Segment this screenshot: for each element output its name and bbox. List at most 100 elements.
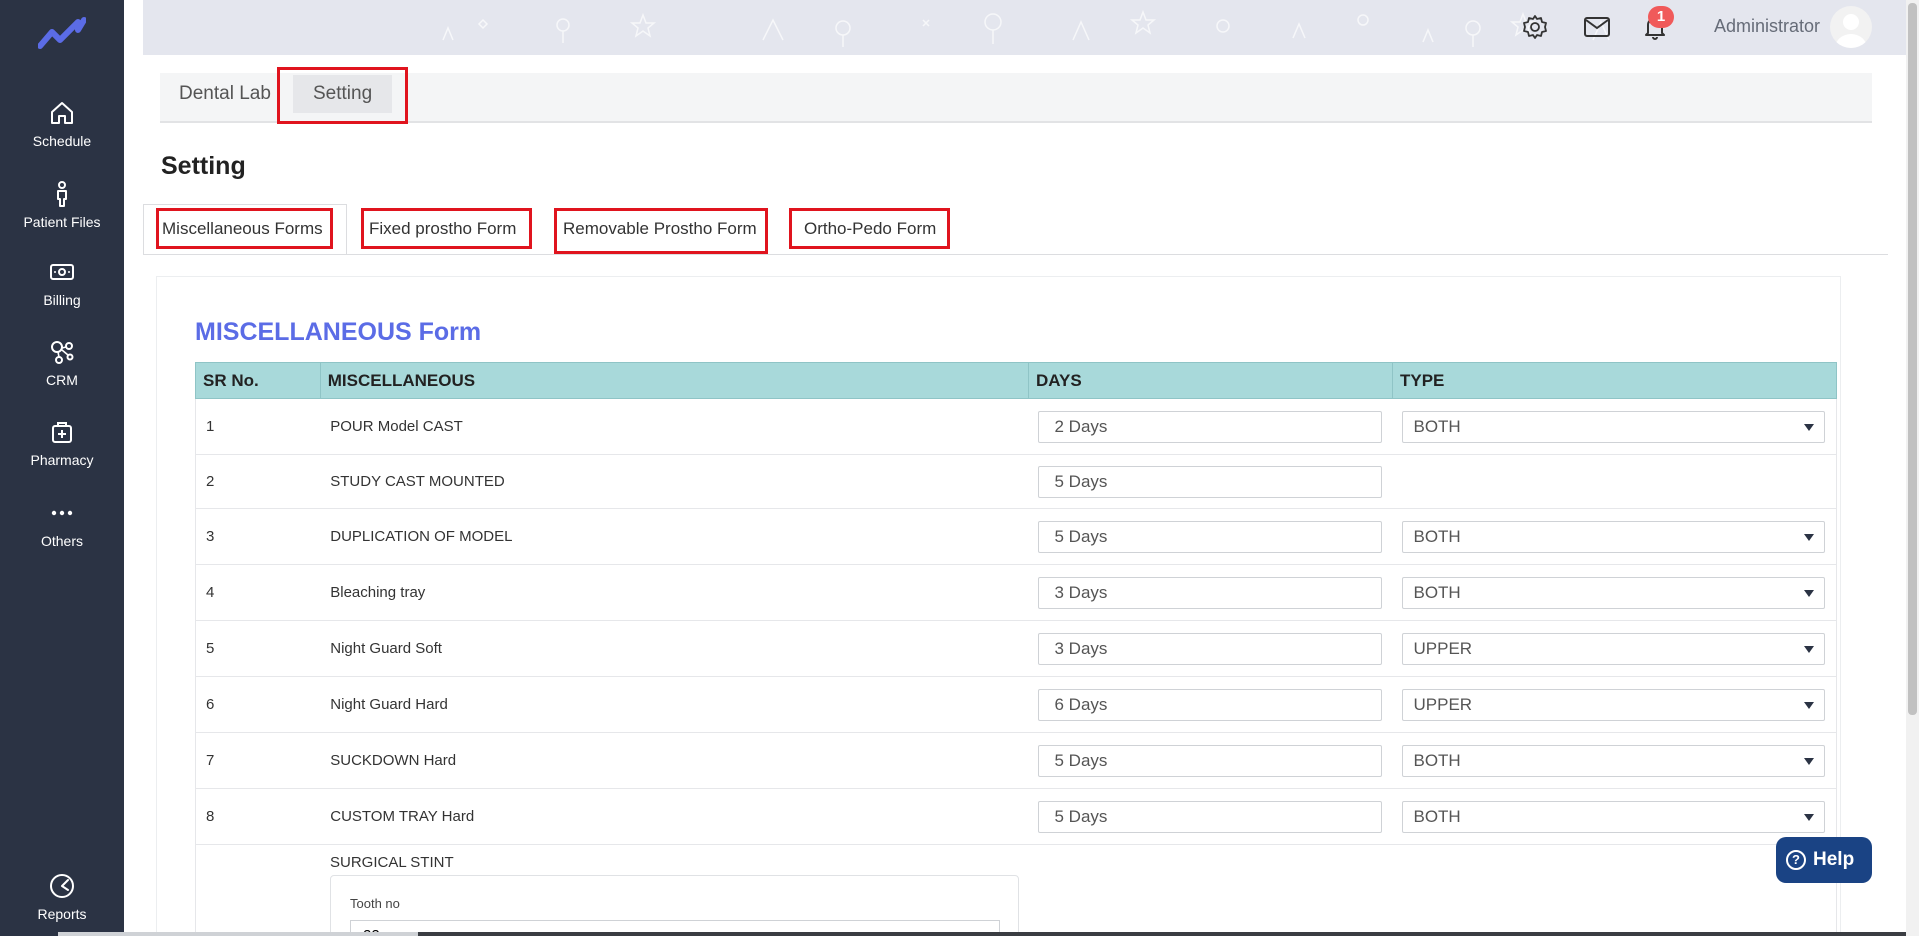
tooth-no-label: Tooth no bbox=[350, 896, 400, 911]
row-name: Night Guard Hard bbox=[320, 676, 1029, 733]
type-select[interactable]: BOTH bbox=[1402, 410, 1826, 443]
column-header-miscellaneous: MISCELLANEOUS bbox=[319, 362, 1029, 399]
app-logo-icon[interactable] bbox=[38, 16, 86, 52]
app-root: Schedule Patient Files Billing CRM Pharm… bbox=[0, 0, 1919, 936]
table-row: 6 Night Guard Hard UPPER bbox=[195, 676, 1838, 733]
table-row: 1 POUR Model CAST BOTH bbox=[195, 398, 1838, 455]
type-select-value: BOTH bbox=[1413, 526, 1461, 546]
type-select[interactable]: BOTH bbox=[1402, 744, 1826, 777]
surgical-stint-row-border bbox=[195, 843, 196, 936]
row-sr-no: 6 bbox=[195, 676, 321, 733]
days-input[interactable] bbox=[1038, 800, 1383, 833]
pharmacy-icon bbox=[52, 422, 72, 443]
type-select-value: UPPER bbox=[1413, 638, 1473, 658]
days-input[interactable] bbox=[1038, 520, 1383, 553]
row-sr-no: 7 bbox=[195, 732, 321, 789]
caret-down-icon bbox=[1804, 757, 1815, 765]
mail-icon[interactable] bbox=[1583, 13, 1611, 41]
money-icon bbox=[50, 264, 74, 280]
type-select-value: BOTH bbox=[1413, 582, 1461, 602]
days-input[interactable] bbox=[1038, 744, 1383, 777]
type-select-value: BOTH bbox=[1413, 750, 1461, 770]
row-sr-no: 1 bbox=[195, 398, 321, 455]
sidebar: Schedule Patient Files Billing CRM Pharm… bbox=[0, 0, 124, 936]
sidebar-item-pharmacy[interactable]: Pharmacy bbox=[0, 418, 124, 470]
surgical-stint-label: SURGICAL STINT bbox=[330, 854, 454, 871]
type-select[interactable]: BOTH bbox=[1402, 520, 1826, 553]
tab-dental-lab[interactable]: Dental Lab bbox=[179, 83, 271, 105]
empty-type-cell bbox=[1392, 454, 1838, 509]
column-header-sr-no: SR No. bbox=[195, 362, 321, 399]
settings-gear-icon[interactable] bbox=[1521, 13, 1549, 41]
table-row: 2 STUDY CAST MOUNTED bbox=[195, 454, 1838, 509]
vertical-scrollbar[interactable] bbox=[1906, 0, 1919, 936]
days-input[interactable] bbox=[1038, 410, 1383, 443]
days-input[interactable] bbox=[1038, 576, 1383, 609]
table-row: 5 Night Guard Soft UPPER bbox=[195, 620, 1838, 677]
sidebar-item-label: Reports bbox=[37, 906, 87, 922]
sidebar-item-billing[interactable]: Billing bbox=[0, 258, 124, 310]
caret-down-icon bbox=[1804, 701, 1815, 709]
notification-badge: 1 bbox=[1648, 6, 1674, 28]
help-button[interactable]: ? Help bbox=[1776, 837, 1872, 883]
module-tabs: Dental Lab Setting bbox=[160, 73, 1872, 123]
tab-removable-prostho-form[interactable]: Removable Prostho Form bbox=[563, 219, 757, 239]
type-select-value: BOTH bbox=[1413, 806, 1461, 826]
sidebar-item-reports[interactable]: Reports bbox=[0, 872, 124, 924]
type-select[interactable]: UPPER bbox=[1402, 632, 1826, 665]
sidebar-item-label: Pharmacy bbox=[30, 452, 94, 468]
table-row: 8 CUSTOM TRAY Hard BOTH bbox=[195, 788, 1838, 845]
sidebar-item-label: Billing bbox=[43, 292, 81, 308]
form-title: MISCELLANEOUS Form bbox=[195, 318, 482, 346]
row-name: STUDY CAST MOUNTED bbox=[320, 454, 1029, 509]
row-sr-no: 5 bbox=[195, 620, 321, 677]
row-name: DUPLICATION OF MODEL bbox=[320, 508, 1029, 565]
tab-ortho-pedo-form[interactable]: Ortho-Pedo Form bbox=[804, 219, 936, 239]
crm-icon bbox=[51, 341, 74, 364]
tab-setting[interactable]: Setting bbox=[293, 75, 393, 113]
reports-icon bbox=[50, 874, 74, 898]
row-sr-no: 2 bbox=[195, 454, 321, 509]
sidebar-item-label: CRM bbox=[46, 372, 78, 388]
table-row: 4 Bleaching tray BOTH bbox=[195, 564, 1838, 621]
days-input[interactable] bbox=[1038, 465, 1383, 498]
column-header-days: DAYS bbox=[1027, 362, 1393, 399]
sidebar-item-crm[interactable]: CRM bbox=[0, 338, 124, 390]
table-row: 7 SUCKDOWN Hard BOTH bbox=[195, 732, 1838, 789]
more-icon bbox=[51, 510, 73, 516]
sidebar-item-schedule[interactable]: Schedule bbox=[0, 99, 124, 151]
sidebar-item-others[interactable]: Others bbox=[0, 499, 124, 551]
row-name: Night Guard Soft bbox=[320, 620, 1029, 677]
miscellaneous-table: SR No. MISCELLANEOUS DAYS TYPE 1 POUR Mo… bbox=[195, 362, 1838, 845]
type-select[interactable]: BOTH bbox=[1402, 800, 1826, 833]
row-name: POUR Model CAST bbox=[320, 398, 1029, 455]
row-name: CUSTOM TRAY Hard bbox=[320, 788, 1029, 845]
sidebar-item-patient-files[interactable]: Patient Files bbox=[0, 180, 124, 232]
question-circle-icon: ? bbox=[1786, 850, 1806, 870]
sidebar-item-label: Schedule bbox=[32, 133, 92, 149]
home-icon bbox=[51, 102, 73, 124]
type-select[interactable]: BOTH bbox=[1402, 576, 1826, 609]
caret-down-icon bbox=[1804, 423, 1815, 431]
row-sr-no: 3 bbox=[195, 508, 321, 565]
tab-fixed-prostho-form[interactable]: Fixed prostho Form bbox=[369, 219, 516, 239]
caret-down-icon bbox=[1804, 645, 1815, 653]
type-select[interactable]: UPPER bbox=[1402, 688, 1826, 721]
user-name[interactable]: Administrator bbox=[1714, 16, 1820, 37]
days-input[interactable] bbox=[1038, 688, 1383, 721]
sidebar-item-label: Patient Files bbox=[23, 214, 101, 230]
row-sr-no: 4 bbox=[195, 564, 321, 621]
column-header-type: TYPE bbox=[1391, 362, 1838, 399]
type-select-value: UPPER bbox=[1413, 694, 1473, 714]
avatar[interactable] bbox=[1830, 6, 1872, 48]
caret-down-icon bbox=[1804, 813, 1815, 821]
help-label: Help bbox=[1813, 849, 1855, 870]
caret-down-icon bbox=[1804, 533, 1815, 541]
caret-down-icon bbox=[1804, 589, 1815, 597]
days-input[interactable] bbox=[1038, 632, 1383, 665]
tab-miscellaneous-forms[interactable]: Miscellaneous Forms bbox=[162, 219, 323, 239]
horizontal-scrollbar-thumb[interactable] bbox=[58, 932, 418, 936]
subtab-divider bbox=[143, 254, 1888, 255]
scrollbar-thumb[interactable] bbox=[1908, 3, 1917, 715]
row-sr-no: 8 bbox=[195, 788, 321, 845]
